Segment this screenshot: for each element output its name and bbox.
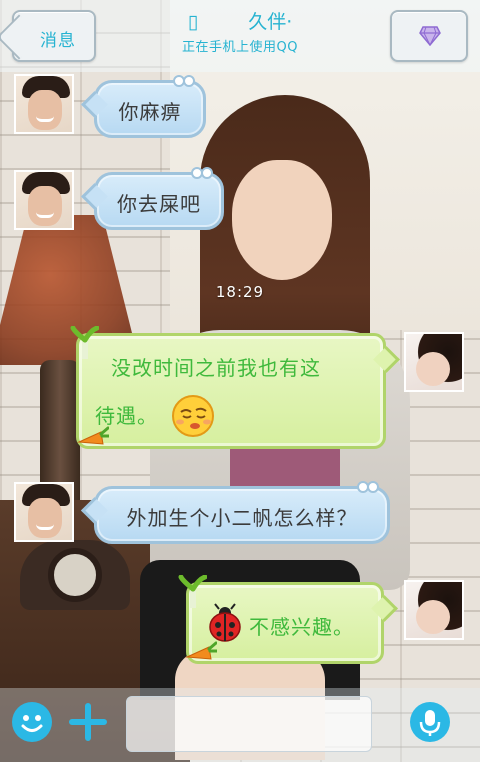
avatar[interactable] [14,170,74,230]
avatar[interactable] [404,580,464,640]
sleepy-face-icon [172,395,214,437]
back-button-label: 消息 [40,31,76,51]
message-text-line1: 没改时间之前我也有这 [111,356,321,380]
ladybug-icon [209,603,241,642]
chat-title: ▯ 久伴· [140,8,340,36]
message-bubble[interactable]: 没改时间之前我也有这 待遇。 [70,326,386,449]
girl-face [232,160,332,280]
input-toolbar [0,688,480,762]
leek-decoration-icon [178,575,207,608]
back-button[interactable]: 消息 [12,10,96,62]
voice-button[interactable] [410,702,450,742]
message-input[interactable] [126,696,372,752]
plus-button[interactable] [68,702,108,742]
message-text: 你麻痹 [118,100,182,124]
message-text: 外加生个小二帆怎么样？ [126,506,358,530]
message-bubble[interactable]: 你去屎吧 [94,167,224,230]
message-text: 你去屎吧 [117,192,201,216]
bubble-dots-decoration [357,481,379,493]
message-text-line2: 待遇。 [95,404,158,428]
emoji-button[interactable] [12,702,52,742]
rotary-phone-dial [48,548,102,602]
title-glyph: ▯ [187,11,199,33]
message-timestamp: 18:29 [215,283,265,301]
message-bubble[interactable]: 外加生个小二帆怎么样？ [94,481,390,544]
chat-header: 消息 ▯ 久伴· 正在手机上使用QQ [0,0,480,72]
smiley-icon [21,715,43,732]
avatar[interactable] [14,74,74,134]
contact-name: 久伴· [248,11,293,33]
bubble-dots-decoration [173,75,195,87]
carrot-decoration-icon [77,426,109,445]
diamond-button[interactable] [390,10,468,62]
avatar[interactable] [14,482,74,542]
chat-title-block: ▯ 久伴· 正在手机上使用QQ [140,8,340,55]
message-bubble[interactable]: 不感兴趣。 [178,575,384,664]
message-text: 不感兴趣。 [249,615,354,639]
bubble-dots-decoration [191,167,213,179]
microphone-icon [419,710,441,736]
diamond-icon [419,26,441,46]
carrot-decoration-icon [185,641,217,660]
leek-decoration-icon [70,326,99,359]
online-status: 正在手机上使用QQ [182,40,298,55]
message-bubble[interactable]: 你麻痹 [94,75,206,138]
plus-icon [69,703,107,741]
avatar[interactable] [404,332,464,392]
